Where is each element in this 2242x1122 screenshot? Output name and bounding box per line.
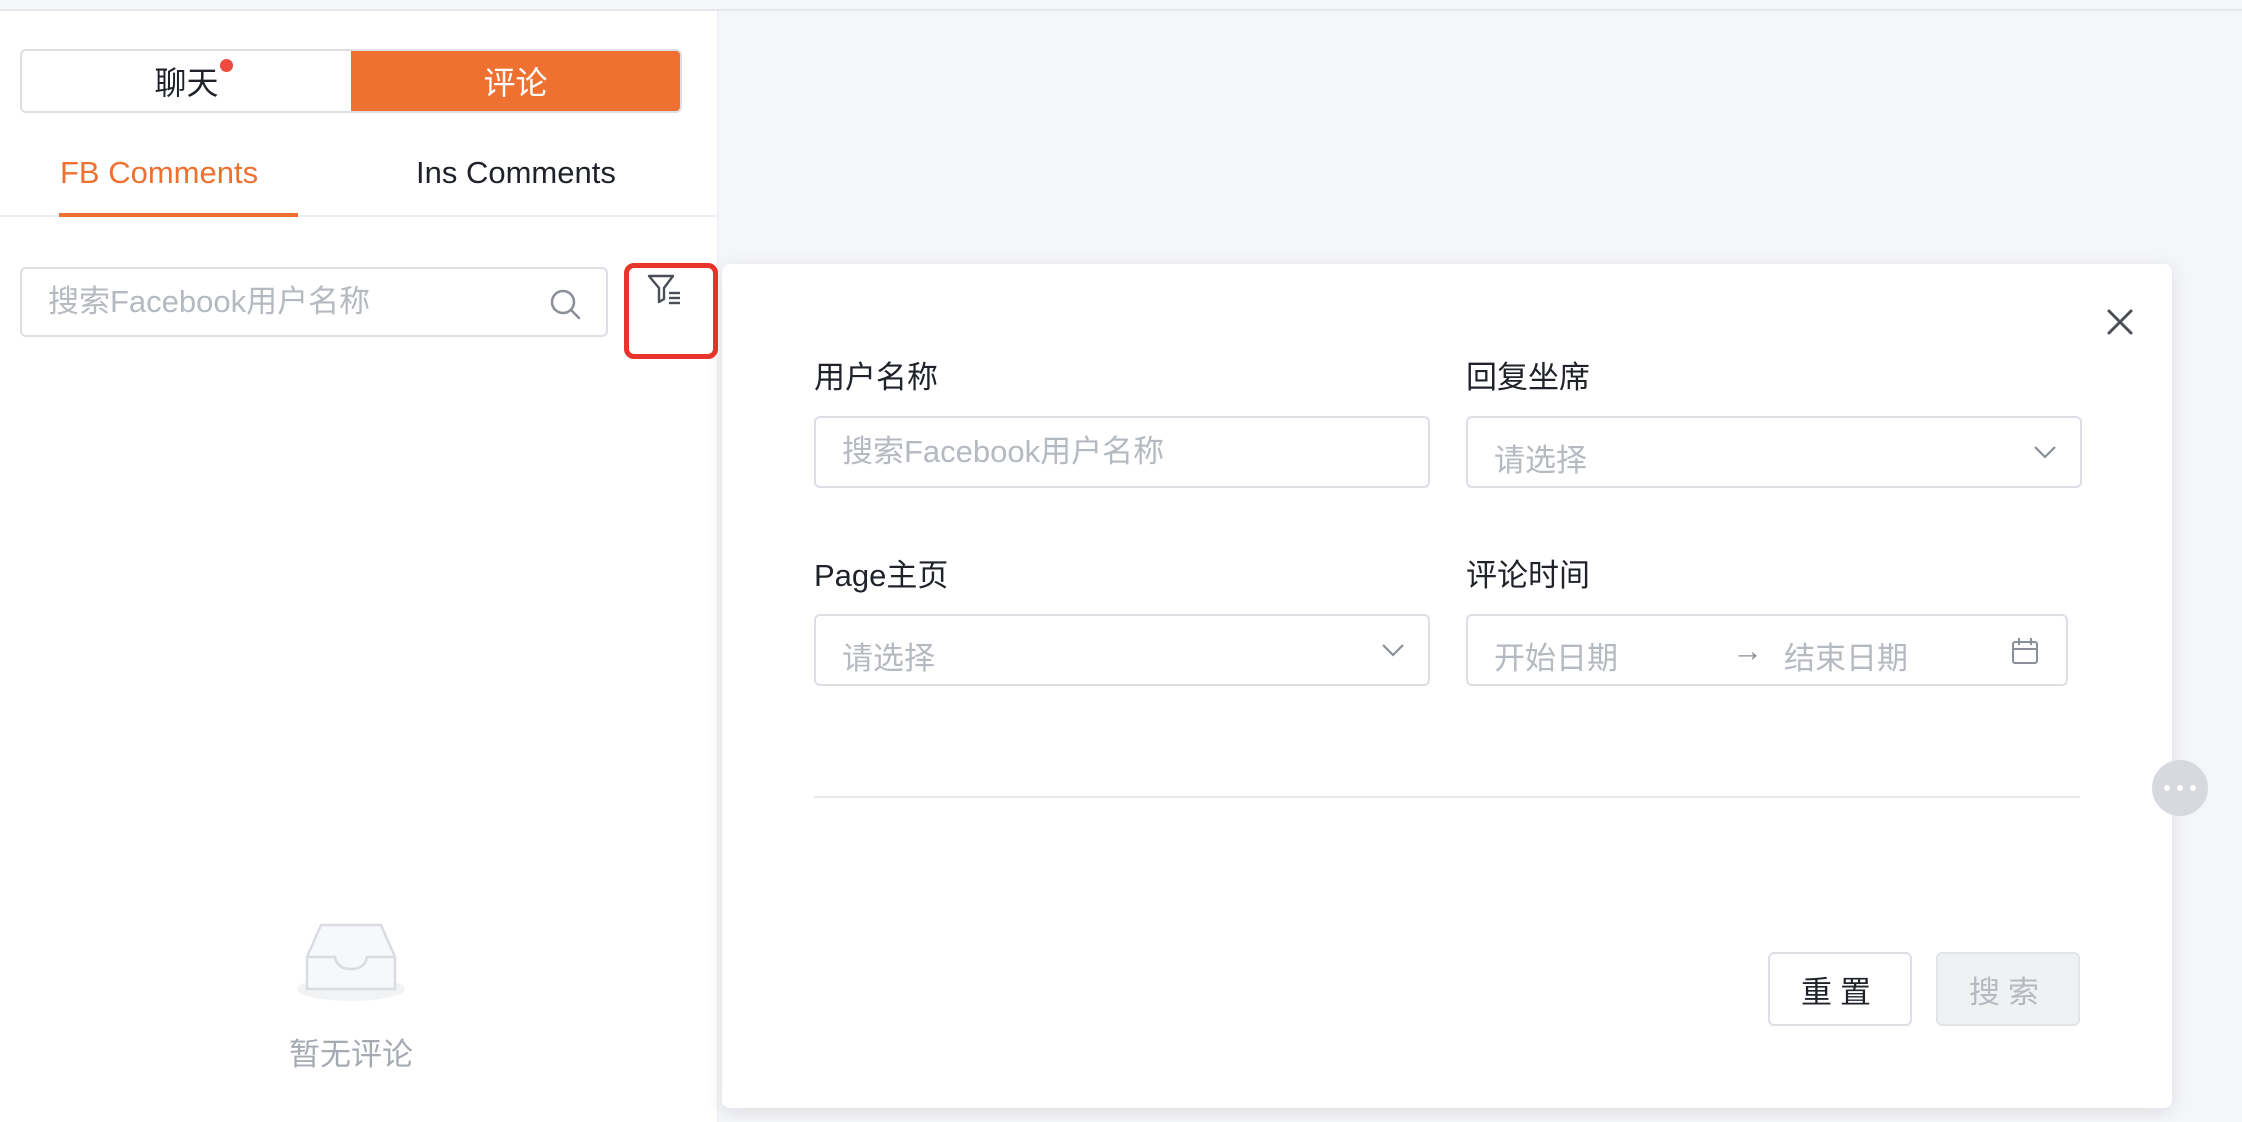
search-button[interactable]: 搜索 — [1936, 952, 2080, 1026]
more-options-bubble[interactable] — [2152, 760, 2208, 816]
reply-agent-label: 回复坐席 — [1466, 360, 1590, 395]
user-search-input[interactable] — [48, 281, 528, 323]
empty-state: 暂无评论 — [236, 917, 466, 1074]
comment-segment-label: 评论 — [483, 65, 548, 101]
user-search-box — [20, 267, 608, 337]
dot-icon — [2177, 785, 2183, 791]
range-arrow: → — [1732, 633, 1763, 668]
modal-divider — [814, 796, 2080, 798]
empty-state-text: 暂无评论 — [289, 1037, 413, 1072]
page-select[interactable]: 请选择 — [814, 614, 1430, 686]
tab-ins-comments-label: Ins Comments — [416, 155, 616, 190]
comments-sidebar: 聊天 评论 FB Comments Ins Comments 搜索Faceboo… — [0, 11, 718, 1122]
chevron-down-icon — [2034, 446, 2056, 459]
active-tab-indicator — [59, 213, 298, 217]
tab-ins-comments[interactable]: Ins Comments — [416, 135, 616, 217]
tab-fb-comments-label: FB Comments — [60, 155, 259, 190]
empty-inbox-icon — [297, 923, 405, 1001]
dot-icon — [2164, 785, 2170, 791]
tab-fb-comments[interactable]: FB Comments — [60, 135, 258, 217]
unread-dot — [220, 59, 233, 72]
page-placeholder: 请选择 — [842, 641, 935, 676]
filter-button[interactable] — [624, 263, 718, 359]
chat-segment-button[interactable]: 聊天 — [22, 51, 351, 111]
username-field — [814, 416, 1430, 488]
comment-source-tabs: FB Comments Ins Comments — [0, 135, 718, 217]
reply-agent-placeholder: 请选择 — [1494, 443, 1587, 478]
username-input[interactable] — [842, 431, 1363, 473]
comment-time-label: 评论时间 — [1466, 558, 1590, 593]
end-date-placeholder[interactable]: 结束日期 — [1784, 633, 1908, 678]
comment-time-range-picker[interactable]: 开始日期 → 结束日期 — [1466, 614, 2068, 686]
dot-icon — [2190, 785, 2196, 791]
filter-icon — [647, 274, 680, 305]
page-label: Page主页 — [814, 558, 949, 593]
chat-comment-switch: 聊天 评论 — [20, 49, 682, 113]
username-label: 用户名称 — [814, 360, 938, 395]
chevron-down-icon — [1382, 644, 1404, 657]
filter-modal: 用户名称 回复坐席 请选择 Page主页 请选择 评论时间 开始日期 → 结束日… — [722, 264, 2172, 1108]
reset-button[interactable]: 重置 — [1768, 952, 1912, 1026]
start-date-placeholder[interactable]: 开始日期 — [1494, 633, 1618, 678]
comment-segment-button[interactable]: 评论 — [351, 51, 680, 111]
calendar-icon — [2012, 638, 2038, 664]
chat-segment-label: 聊天 — [154, 65, 219, 101]
search-icon[interactable] — [548, 287, 582, 321]
close-icon[interactable] — [2100, 302, 2140, 342]
reply-agent-select[interactable]: 请选择 — [1466, 416, 2082, 488]
